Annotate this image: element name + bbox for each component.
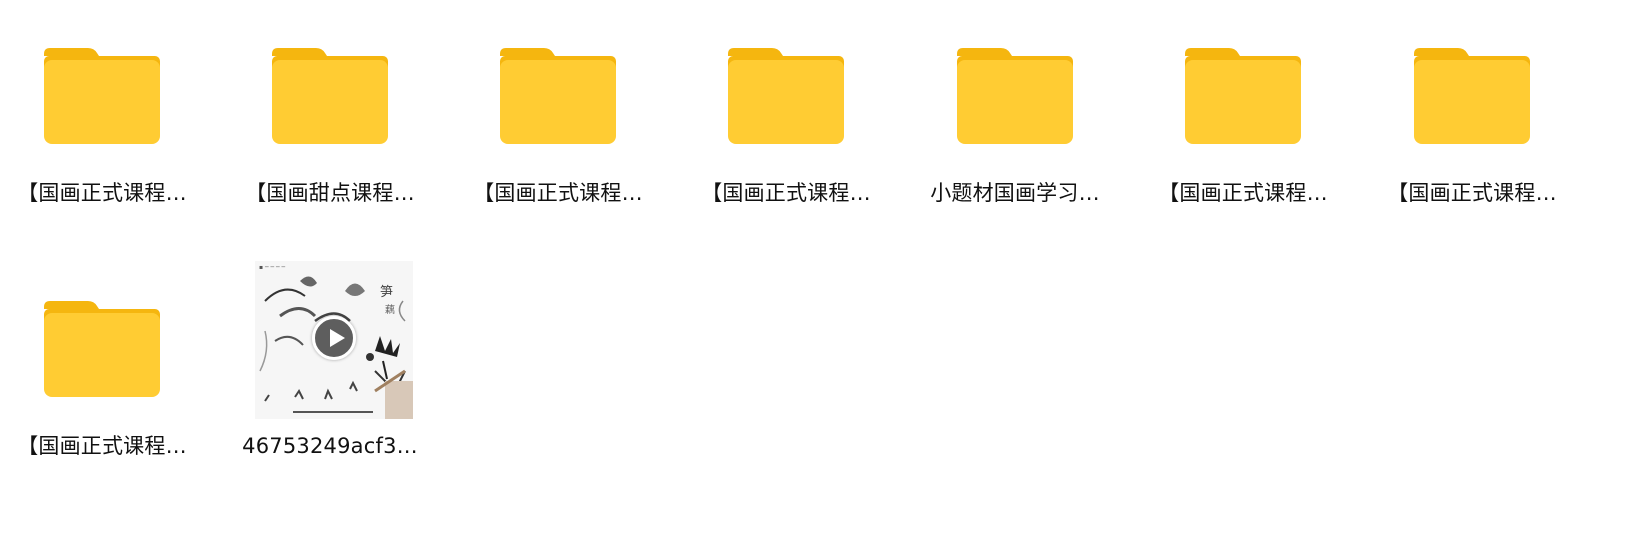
svg-text:藕: 藕 (385, 304, 395, 316)
folder-icon (34, 281, 170, 417)
folder-item[interactable]: 【国画正式课程… (1123, 0, 1363, 240)
folder-label: 小题材国画学习… (930, 181, 1100, 205)
folder-label: 【国画正式课程… (701, 181, 871, 205)
folder-icon (262, 28, 398, 164)
folder-item[interactable]: 【国画正式课程… (0, 0, 222, 240)
file-grid: 【国画正式课程… 【国画甜点课程… 【国画正式课程… 【国画正式课程… 小题材国… (0, 0, 1648, 536)
folder-label: 【国画正式课程… (17, 181, 187, 205)
folder-label: 【国画甜点课程… (245, 181, 415, 205)
folder-item[interactable]: 【国画正式课程… (0, 253, 222, 493)
folder-icon (34, 28, 170, 164)
folder-item[interactable]: 【国画正式课程… (666, 0, 906, 240)
play-icon[interactable] (312, 316, 356, 360)
folder-icon (490, 28, 626, 164)
folder-icon (1404, 28, 1540, 164)
folder-item[interactable]: 【国画正式课程… (1352, 0, 1592, 240)
folder-icon (947, 28, 1083, 164)
folder-item[interactable]: 【国画正式课程… (438, 0, 678, 240)
folder-label: 【国画正式课程… (1387, 181, 1557, 205)
video-label: 46753249acf3… (242, 434, 418, 458)
svg-text:笋: 笋 (380, 284, 393, 300)
folder-label: 【国画正式课程… (473, 181, 643, 205)
video-thumbnail: ▪ ─ ─ ─ ─ 笋 藕 (255, 261, 413, 419)
folder-item[interactable]: 小题材国画学习… (895, 0, 1135, 240)
video-item[interactable]: ▪ ─ ─ ─ ─ 笋 藕 46753249acf3… (210, 253, 450, 493)
folder-label: 【国画正式课程… (1158, 181, 1328, 205)
svg-text:▪ ─ ─ ─ ─: ▪ ─ ─ ─ ─ (259, 264, 286, 271)
folder-icon (718, 28, 854, 164)
folder-icon (1175, 28, 1311, 164)
folder-label: 【国画正式课程… (17, 434, 187, 458)
folder-item[interactable]: 【国画甜点课程… (210, 0, 450, 240)
